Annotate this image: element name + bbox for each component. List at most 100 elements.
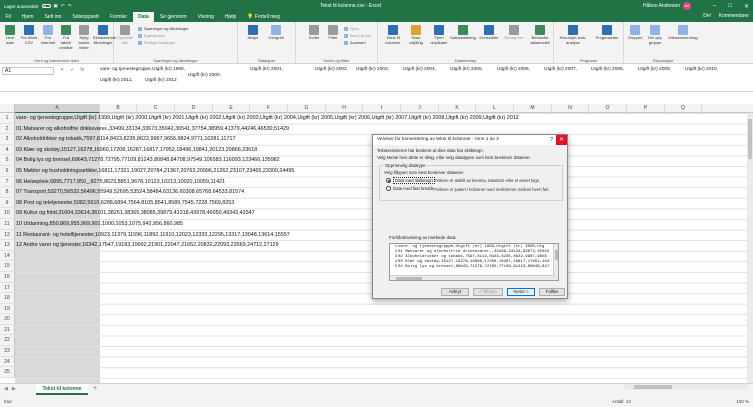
properties-button[interactable]: Egenskaper [138,33,165,38]
help-icon[interactable]: ? [550,135,553,145]
column-header[interactable]: H [326,104,363,113]
advanced-button[interactable]: Avansert [344,40,366,45]
cell-a-row[interactable]: 02 Alkoholdrikker og tobakk,7597,8114,84… [16,134,236,145]
row-header[interactable]: 20 [0,314,15,325]
column-header[interactable]: C [137,104,175,113]
stocks-button[interactable]: Aksjer [244,25,262,41]
relationships-button[interactable]: Relasjoner [502,25,526,41]
column-header[interactable]: F [250,104,288,113]
row-header[interactable]: 8 [0,187,15,198]
sheet-tab[interactable]: Tekst til kolonne [36,384,88,395]
tab-sideoppsett[interactable]: Sideoppsett [67,12,104,22]
row-header[interactable]: 5 [0,155,15,166]
cancel-icon[interactable]: ✕ [60,67,64,73]
close-button[interactable]: ✕ [744,3,749,10]
cell-a-row[interactable]: 01 Matvarer og alkoholfrie drikkevarer,,… [16,124,289,135]
recent-sources-button[interactable]: Nylig brukte kilder [76,25,92,50]
row-header[interactable]: 21 [0,324,15,336]
cell-a-row[interactable]: 10 Utdanning,850,869,955,969,901,1000,10… [16,219,183,230]
row-header[interactable]: 2 [0,123,15,135]
tab-se-gjennom[interactable]: Se gjennom [154,12,192,22]
row-header[interactable]: 18 [0,293,15,304]
select-all-corner[interactable] [0,104,15,113]
row-header[interactable]: 12 [0,229,15,241]
row-header[interactable]: 10 [0,208,15,219]
redo-icon[interactable]: ↷ [68,3,72,9]
cell-a-row[interactable]: 09 Kultur og fritid,31604,33614,36101,38… [16,208,255,219]
from-web-button[interactable]: Fra Internett [40,25,56,46]
column-header[interactable]: B [100,104,137,113]
radio-selected-icon[interactable] [386,178,391,183]
tell-me-search[interactable]: 💡 Fortell meg [242,12,286,22]
row-header[interactable]: 7 [0,176,15,188]
text-to-columns-button[interactable]: Tekst til kolonner [382,25,404,46]
remove-duplicates-button[interactable]: Fjern duplikater [428,25,450,46]
delimited-radio[interactable]: Data med skilletegn [386,177,435,184]
scroll-thumb[interactable] [748,119,752,159]
name-box[interactable]: A1 [2,67,54,75]
avatar[interactable]: HA [683,2,691,10]
add-sheet-button[interactable]: + [93,385,97,392]
consolidate-button[interactable]: Konsolider [478,25,500,41]
scroll-thumb[interactable] [396,277,422,280]
row-header[interactable]: 11 [0,218,15,230]
cell-a-row[interactable]: 12 Andre varer og tjenester,16342,17547,… [16,240,279,251]
autosave-toggle[interactable] [41,4,51,8]
column-header[interactable]: E [213,104,250,113]
column-header[interactable]: P [627,104,665,113]
row-header[interactable]: 19 [0,303,15,315]
row-header[interactable]: 22 [0,335,15,347]
subtotal-button[interactable]: Delsammendrag [666,25,700,41]
column-header[interactable]: O [589,104,627,113]
cell-a-row[interactable]: 07 Transport,53270,56532,56496,55949,526… [16,187,244,198]
forecast-sheet-button[interactable]: Prognoseark [592,25,622,41]
data-validation-button[interactable]: Datavalidering [450,25,476,41]
column-header[interactable]: D [175,104,213,113]
vertical-scrollbar[interactable] [747,113,753,383]
scroll-thumb[interactable] [634,385,672,389]
cell-a-row[interactable]: 11 Restaurant- og hotelltjenester,10923,… [16,230,290,241]
column-header[interactable]: Q [665,104,702,113]
reapply-button[interactable]: Bruk på nytt [344,33,371,38]
cell-a-row[interactable]: 05 Møbler og husholdningsartikler,16811,… [16,166,294,177]
maximize-button[interactable]: □ [728,3,732,10]
tab-fil[interactable]: Fil [0,12,16,22]
manage-data-model-button[interactable]: Behandle datamodell [528,25,552,46]
preview-horizontal-scrollbar[interactable] [390,275,555,280]
from-text-csv-button[interactable]: Fra tekst/ CSV [20,25,38,46]
ungroup-button[interactable]: Del opp gruppe [645,25,665,46]
row-header[interactable]: 16 [0,271,15,283]
clear-button[interactable]: Fjern [344,26,359,31]
edit-links-button[interactable]: Rediger koblinger [138,40,175,45]
queries-connections-button[interactable]: Spørringer og tilkoblinger [138,26,189,31]
column-header[interactable]: I [363,104,401,113]
column-header[interactable]: M [514,104,552,113]
confirm-icon[interactable]: ✓ [70,67,74,73]
column-header-a[interactable]: A [15,104,100,113]
row-header[interactable]: 14 [0,250,15,262]
finish-button[interactable]: Fullfør [539,288,565,296]
row-header[interactable]: 23 [0,346,15,357]
tab-formler[interactable]: Formler [104,12,132,22]
share-button[interactable]: Del [703,13,711,19]
geography-button[interactable]: Geografi [265,25,287,41]
scroll-thumb[interactable] [555,250,558,260]
filter-button[interactable]: Filter [325,25,341,41]
row-header[interactable]: 4 [0,144,15,156]
undo-icon[interactable]: ↶ [61,3,65,9]
user-area[interactable]: Håkon Andresen HA [643,2,691,10]
column-header[interactable]: N [552,104,589,113]
row-header[interactable]: 9 [0,197,15,209]
row-header[interactable]: 15 [0,261,15,272]
row-header[interactable]: 13 [0,240,15,251]
get-data-button[interactable]: Hent data [2,25,18,46]
cell-a-row[interactable]: 06 Helsepleie,6895,7717,850_,8275,8623,8… [16,177,225,188]
cancel-button[interactable]: Avbryt [441,288,469,296]
tab-sett-inn[interactable]: Sett inn [39,12,67,22]
what-if-button[interactable]: Hva-skjer-hvis-analyse [556,25,590,46]
column-header[interactable]: K [439,104,476,113]
radio-unselected-icon[interactable] [386,186,391,191]
row-header[interactable]: 1 [0,113,15,124]
column-header[interactable]: J [401,104,439,113]
existing-connections-button[interactable]: Eksisterende tilkoblinger [93,25,116,46]
